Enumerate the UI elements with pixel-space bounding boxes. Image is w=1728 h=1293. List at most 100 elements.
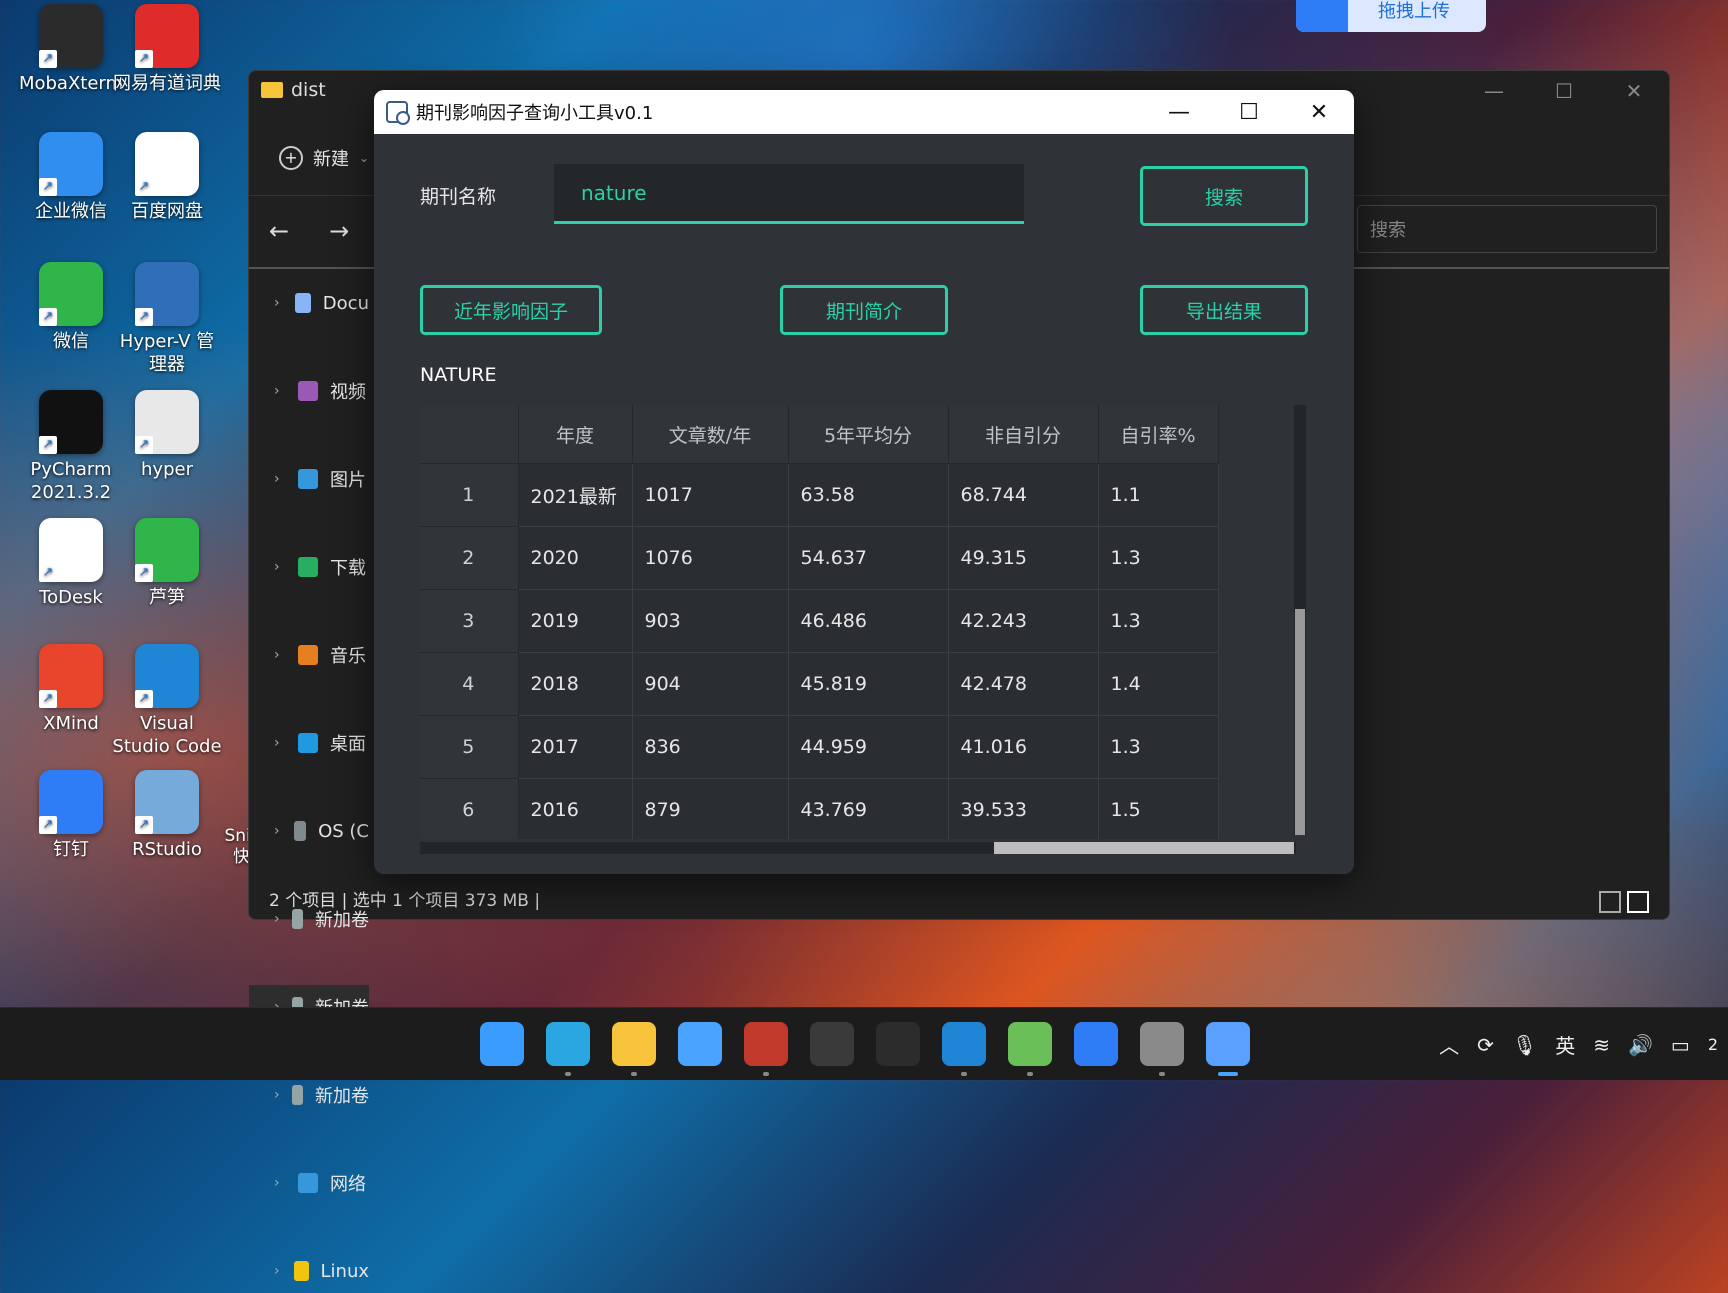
- sidebar-item[interactable]: › Linux: [249, 1249, 369, 1293]
- horizontal-scrollbar[interactable]: [420, 842, 1296, 854]
- table-cell[interactable]: 42.478: [948, 652, 1099, 716]
- chevron-right-icon[interactable]: ›: [274, 1263, 282, 1279]
- wifi-icon[interactable]: ≋: [1593, 1033, 1610, 1057]
- volume-icon[interactable]: 🔊: [1628, 1033, 1653, 1057]
- table-row[interactable]: 6 2016 879 43.769 39.533 1.5: [420, 778, 1219, 839]
- table-cell[interactable]: 1.3: [1098, 589, 1219, 653]
- table-cell[interactable]: 42.243: [948, 589, 1099, 653]
- start-icon[interactable]: [480, 1022, 524, 1066]
- sidebar-item[interactable]: › 音乐: [249, 633, 369, 677]
- sidebar-item[interactable]: › 下载: [249, 545, 369, 589]
- table-row[interactable]: 3 2019 903 46.486 42.243 1.3: [420, 589, 1219, 653]
- tiles-view-icon[interactable]: [1627, 891, 1649, 913]
- table-cell[interactable]: 1076: [632, 526, 789, 590]
- table-cell[interactable]: 54.637: [788, 526, 949, 590]
- table-row[interactable]: 5 2017 836 44.959 41.016 1.3: [420, 715, 1219, 779]
- table-cell[interactable]: 39.533: [948, 778, 1099, 839]
- ime-indicator[interactable]: 英: [1555, 1030, 1575, 1059]
- table-cell[interactable]: 2019: [518, 589, 633, 653]
- column-header[interactable]: 年度: [518, 405, 633, 464]
- explorer-search-input[interactable]: 搜索: [1357, 205, 1657, 253]
- scrollbar-thumb[interactable]: [994, 842, 1294, 854]
- table-cell[interactable]: 904: [632, 652, 789, 716]
- export-results-button[interactable]: 导出结果: [1140, 285, 1308, 335]
- table-cell[interactable]: 836: [632, 715, 789, 779]
- table-cell[interactable]: 41.016: [948, 715, 1099, 779]
- battery-icon[interactable]: ▭: [1671, 1033, 1690, 1057]
- row-number[interactable]: 2: [420, 526, 519, 590]
- back-arrow-icon[interactable]: ←: [269, 217, 289, 245]
- edge-icon[interactable]: [546, 1022, 590, 1076]
- sidebar-item[interactable]: › 视频: [249, 369, 369, 413]
- dingtalk-icon[interactable]: [1074, 1022, 1118, 1066]
- chevron-right-icon[interactable]: ›: [274, 295, 283, 311]
- sidebar-item[interactable]: › Docu: [249, 281, 369, 325]
- sidebar-item[interactable]: › OS (C: [249, 809, 369, 853]
- desktop-icon[interactable]: ↗ PyCharm 2021.3.2: [16, 390, 126, 504]
- sidebar-item[interactable]: › 网络: [249, 1161, 369, 1205]
- chevron-up-icon[interactable]: ︿: [1439, 1030, 1459, 1059]
- desktop-icon[interactable]: ↗ 芦笋: [112, 518, 222, 609]
- cmd-icon[interactable]: [876, 1022, 920, 1066]
- close-icon[interactable]: ✕: [1599, 71, 1669, 111]
- table-cell[interactable]: 1.4: [1098, 652, 1219, 716]
- desktop-icon[interactable]: ↗ 网易有道词典: [112, 4, 222, 95]
- table-cell[interactable]: 2020: [518, 526, 633, 590]
- table-cell[interactable]: 46.486: [788, 589, 949, 653]
- minimize-icon[interactable]: —: [1459, 71, 1529, 111]
- desktop-icon[interactable]: ↗ Hyper-V 管理器: [112, 262, 222, 376]
- forward-arrow-icon[interactable]: →: [329, 217, 349, 245]
- desktop-icon[interactable]: ↗ 微信: [16, 262, 126, 353]
- table-cell[interactable]: 44.959: [788, 715, 949, 779]
- desktop-icon[interactable]: ↗ ToDesk: [16, 518, 126, 609]
- column-header[interactable]: 文章数/年: [632, 405, 789, 464]
- store-icon[interactable]: [678, 1022, 722, 1066]
- row-number[interactable]: 3: [420, 589, 519, 653]
- table-cell[interactable]: 63.58: [788, 463, 949, 527]
- microphone-icon[interactable]: 🎙: [1512, 1033, 1537, 1057]
- table-cell[interactable]: 2018: [518, 652, 633, 716]
- table-row[interactable]: 4 2018 904 45.819 42.478 1.4: [420, 652, 1219, 716]
- desktop-icon[interactable]: ↗ 企业微信: [16, 132, 126, 223]
- settings-icon[interactable]: [1140, 1022, 1184, 1076]
- desktop-icon[interactable]: ↗ 百度网盘: [112, 132, 222, 223]
- chevron-right-icon[interactable]: ›: [274, 559, 286, 575]
- chevron-right-icon[interactable]: ›: [274, 471, 286, 487]
- maximize-icon[interactable]: ☐: [1214, 90, 1284, 134]
- sidebar-item[interactable]: › 桌面: [249, 721, 369, 765]
- table-cell[interactable]: 68.744: [948, 463, 1099, 527]
- row-number[interactable]: 6: [420, 778, 519, 839]
- desktop-icon[interactable]: ↗ 钉钉: [16, 770, 126, 861]
- notepad-icon[interactable]: [1008, 1022, 1052, 1076]
- desktop-icon[interactable]: ↗ XMind: [16, 644, 126, 735]
- chevron-right-icon[interactable]: ›: [274, 383, 286, 399]
- recent-impact-factor-button[interactable]: 近年影响因子: [420, 285, 602, 335]
- file-explorer-icon[interactable]: [612, 1022, 656, 1076]
- table-cell[interactable]: 903: [632, 589, 789, 653]
- row-number[interactable]: 5: [420, 715, 519, 779]
- details-view-icon[interactable]: [1599, 891, 1621, 913]
- column-header[interactable]: 5年平均分: [788, 405, 949, 464]
- explorer-new-button[interactable]: + 新建 ⌄: [279, 145, 369, 171]
- column-header[interactable]: 自引率%: [1098, 405, 1219, 464]
- table-row[interactable]: 2 2020 1076 54.637 49.315 1.3: [420, 526, 1219, 590]
- table-cell[interactable]: 45.819: [788, 652, 949, 716]
- table-cell[interactable]: 1.5: [1098, 778, 1219, 839]
- chevron-right-icon[interactable]: ›: [274, 1175, 286, 1191]
- chevron-right-icon[interactable]: ›: [274, 647, 286, 663]
- vertical-scrollbar[interactable]: [1294, 405, 1306, 835]
- upload-banner[interactable]: 拖拽上传: [1296, 0, 1486, 32]
- table-cell[interactable]: 1.1: [1098, 463, 1219, 527]
- column-header[interactable]: [420, 405, 519, 464]
- desktop-icon[interactable]: ↗ RStudio: [112, 770, 222, 861]
- table-cell[interactable]: 879: [632, 778, 789, 839]
- vscode-icon[interactable]: [942, 1022, 986, 1076]
- table-cell[interactable]: 1.3: [1098, 526, 1219, 590]
- chevron-right-icon[interactable]: ›: [274, 911, 280, 927]
- close-icon[interactable]: ✕: [1284, 90, 1354, 134]
- table-cell[interactable]: 2016: [518, 778, 633, 839]
- desktop-icon[interactable]: ↗ Visual Studio Code: [112, 644, 222, 758]
- terminal-icon[interactable]: [810, 1022, 854, 1066]
- chevron-right-icon[interactable]: ›: [274, 1087, 280, 1103]
- table-row[interactable]: 1 2021最新 1017 63.58 68.744 1.1: [420, 463, 1219, 527]
